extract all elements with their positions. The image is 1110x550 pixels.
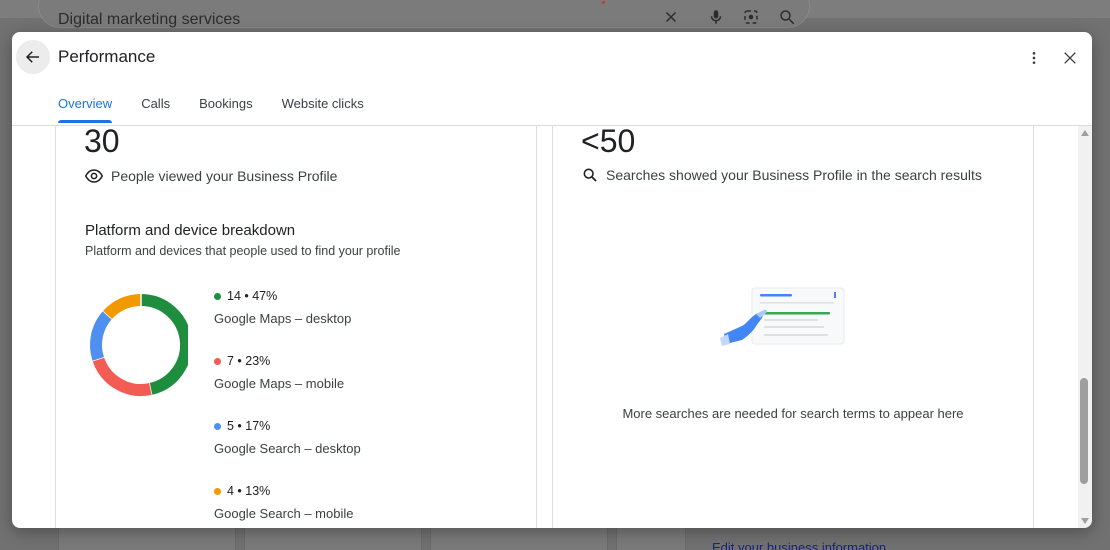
lens-icon [742, 8, 762, 28]
legend-item-maps-desktop: 14 • 47% Google Maps – desktop [214, 289, 351, 326]
donut-slice [103, 294, 142, 320]
more-vert-icon [1032, 52, 1036, 64]
scrollbar[interactable] [1078, 126, 1092, 528]
mic-icon [707, 8, 727, 28]
tab-website-clicks[interactable]: Website clicks [282, 96, 364, 123]
legend-label: Google Search – desktop [214, 441, 361, 456]
scroll-up-arrow-icon[interactable] [1081, 130, 1089, 136]
legend-value: 14 • 47% [227, 289, 278, 303]
breakdown-subtitle: Platform and devices that people used to… [85, 244, 401, 258]
empty-state-message: More searches are needed for search term… [622, 406, 964, 421]
legend-value: 5 • 17% [227, 419, 271, 433]
legend-value: 7 • 23% [227, 354, 271, 368]
donut-slice [140, 294, 188, 395]
breakdown-title: Platform and device breakdown [85, 222, 296, 239]
search-results-illustration-icon [720, 287, 845, 346]
tab-bar: Overview Calls Bookings Website clicks [58, 96, 364, 123]
legend-value: 4 • 13% [227, 484, 271, 498]
legend-label: Google Maps – mobile [214, 376, 345, 391]
dialog-header: Performance Overview Calls Bookings Webs… [12, 32, 1092, 126]
legend-item-search-desktop: 5 • 17% Google Search – desktop [214, 419, 361, 456]
edit-business-link: Edit your business information [712, 540, 887, 550]
tab-overview[interactable]: Overview [58, 96, 113, 123]
close-button[interactable] [1058, 46, 1082, 70]
search-icon [778, 8, 798, 28]
back-button[interactable] [16, 40, 50, 74]
views-stat: People viewed your Business Profile [85, 167, 337, 185]
tab-calls[interactable]: Calls [141, 96, 170, 123]
red-marker [602, 1, 605, 4]
background-search-text: Digital marketing services [58, 11, 241, 28]
arrow-back-icon [25, 51, 39, 63]
views-count: 30 [84, 126, 120, 159]
searches-stat: Searches showed your Business Profile in… [582, 167, 982, 183]
legend-item-maps-mobile: 7 • 23% Google Maps – mobile [214, 354, 344, 391]
dialog-content: 30 People viewed your Business Profile P… [12, 126, 1092, 528]
searches-count: <50 [581, 126, 636, 159]
search-icon [583, 168, 597, 182]
views-label: People viewed your Business Profile [111, 168, 338, 184]
donut-slice [92, 356, 152, 396]
legend-dot [214, 357, 221, 365]
platform-donut-chart [90, 294, 188, 396]
dialog-title: Performance [58, 47, 156, 66]
legend-dot [214, 422, 221, 430]
donut-slice [90, 310, 113, 361]
tab-bookings[interactable]: Bookings [199, 96, 252, 123]
scroll-thumb[interactable] [1080, 378, 1088, 484]
legend-dot [214, 292, 221, 300]
legend-label: Google Maps – desktop [214, 311, 352, 326]
more-options-button[interactable] [1022, 46, 1046, 70]
close-icon [1064, 52, 1076, 64]
legend-dot [214, 487, 221, 495]
eye-icon [85, 169, 103, 183]
performance-dialog: Performance Overview Calls Bookings Webs… [12, 32, 1092, 528]
scroll-down-arrow-icon[interactable] [1081, 518, 1089, 524]
searches-label: Searches showed your Business Profile in… [606, 167, 982, 183]
legend-label: Google Search – mobile [214, 506, 354, 521]
legend-item-search-mobile: 4 • 13% Google Search – mobile [214, 484, 353, 521]
clear-icon [662, 8, 682, 28]
